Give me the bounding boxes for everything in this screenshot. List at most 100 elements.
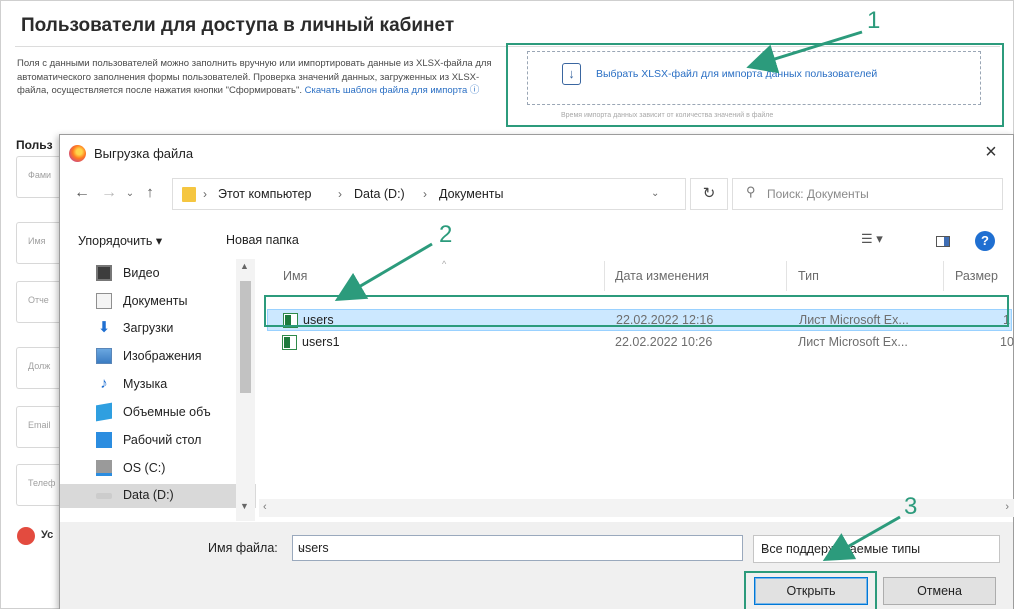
file-row-users[interactable]: users 22.02.2022 12:16 Лист Microsoft Ex… [267, 309, 1012, 331]
upload-file-icon[interactable]: ↓ [562, 63, 581, 85]
folder-icon [182, 187, 196, 202]
open-button[interactable]: Открыть [754, 577, 868, 605]
scroll-down-icon[interactable]: ▼ [240, 501, 249, 511]
breadcrumb-chevron-icon[interactable]: › [338, 187, 342, 201]
file-name: users1 [302, 335, 340, 349]
drive-d-icon [96, 493, 112, 499]
column-divider[interactable] [786, 261, 787, 291]
nav-item-label: Data (D:) [123, 488, 174, 502]
page-title: Пользователи для доступа в личный кабине… [21, 15, 455, 36]
video-icon [96, 265, 112, 281]
users-heading: Польз [16, 138, 53, 152]
file-type-select[interactable]: Все поддерживаемые типы ⌄ [753, 535, 1000, 563]
help-icon[interactable]: ? [975, 231, 995, 251]
desktop-icon [96, 432, 112, 448]
file-size: 10 [1000, 335, 1014, 349]
cancel-button-label: Отмена [917, 584, 962, 598]
music-icon: ♪ [100, 375, 108, 392]
column-divider[interactable] [604, 261, 605, 291]
file-name-input[interactable]: users ⌄ [292, 535, 743, 561]
column-header-name[interactable]: Имя [283, 269, 307, 283]
downloads-icon: ⬇ [97, 319, 111, 336]
close-button[interactable]: × [979, 141, 1003, 165]
file-list-horizontal-scrollbar[interactable]: ‹ › [259, 499, 1014, 517]
breadcrumb-this-pc[interactable]: Этот компьютер [218, 187, 311, 201]
search-placeholder: Поиск: Документы [767, 187, 869, 201]
scroll-right-icon[interactable]: › [1005, 501, 1009, 513]
nav-item-label: Загрузки [123, 321, 174, 335]
address-bar[interactable]: › Этот компьютер › Data (D:) › Документы… [172, 178, 686, 210]
recent-locations-chevron-icon[interactable]: ⌄ [121, 188, 139, 199]
page-description: Поля с данными пользователей можно запол… [17, 57, 492, 98]
forward-arrow-icon[interactable]: → [100, 184, 118, 202]
search-icon: ⚲ [746, 184, 756, 199]
breadcrumb-data-d[interactable]: Data (D:) [354, 187, 405, 201]
nav-item-label: Музыка [123, 377, 168, 391]
new-folder-button[interactable]: Новая папка [226, 233, 299, 247]
dialog-footer: Имя файла: users ⌄ Все поддерживаемые ти… [60, 522, 1013, 609]
nav-item-drive-c[interactable]: OS (C:) [96, 457, 256, 481]
file-row-users1[interactable]: users1 22.02.2022 10:26 Лист Microsoft E… [267, 332, 1014, 354]
dialog-titlebar[interactable]: Выгрузка файла × [60, 135, 1013, 173]
up-arrow-icon[interactable]: ↑ [141, 184, 159, 201]
nav-item-drive-d[interactable]: Data (D:) [60, 484, 256, 508]
last-name-field[interactable]: Фами [16, 156, 61, 198]
phone-field[interactable]: Телеф [16, 464, 61, 506]
import-xlsx-button[interactable]: Выбрать XLSX-файл для импорта данных пол… [596, 68, 877, 80]
middle-name-field[interactable]: Отче [16, 281, 61, 323]
file-list: ^ Имя Дата изменения Тип Размер users 22… [259, 259, 1014, 499]
preview-pane-icon[interactable] [936, 236, 950, 247]
address-row: ← → ⌄ ↑ › Этот компьютер › Data (D:) › Д… [60, 175, 1013, 213]
column-header-modified[interactable]: Дата изменения [615, 269, 709, 283]
nav-item-label: Документы [123, 294, 188, 308]
file-type: Лист Microsoft Ex... [798, 335, 908, 349]
scroll-left-icon[interactable]: ‹ [263, 501, 267, 513]
help-circle-icon[interactable]: ⓘ [470, 85, 480, 96]
remove-user-icon[interactable] [17, 527, 35, 545]
column-header-size[interactable]: Размер [955, 269, 998, 283]
nav-item-label: Объемные объ [123, 405, 211, 419]
back-arrow-icon[interactable]: ← [73, 184, 91, 202]
nav-item-3d-objects[interactable]: Объемные объ [96, 401, 256, 425]
file-type-chevron-icon: ⌄ [761, 543, 770, 554]
dialog-title: Выгрузка файла [94, 146, 194, 161]
column-divider[interactable] [943, 261, 944, 291]
navigation-scrollbar[interactable]: ▲ ▼ [236, 259, 255, 521]
scrollbar-thumb[interactable] [240, 281, 251, 393]
first-name-field[interactable]: Имя [16, 222, 61, 264]
email-field[interactable]: Email [16, 406, 61, 448]
view-options-icon[interactable]: ☰ ▾ [861, 231, 883, 247]
nav-item-music[interactable]: ♪ Музыка [96, 373, 256, 397]
nav-item-pictures[interactable]: Изображения [96, 345, 256, 369]
nav-item-downloads[interactable]: ⬇ Загрузки [96, 317, 256, 341]
search-input[interactable]: ⚲ Поиск: Документы [732, 178, 1003, 210]
template-download-link[interactable]: Скачать шаблон файла для импорта [305, 85, 468, 96]
firefox-icon [69, 145, 86, 162]
file-name-label: Имя файла: [208, 541, 278, 555]
open-button-label: Открыть [786, 584, 836, 598]
file-size: 1 [1003, 313, 1010, 327]
nav-item-label: Рабочий стол [123, 433, 202, 447]
scroll-up-icon[interactable]: ▲ [240, 261, 249, 271]
breadcrumb-documents[interactable]: Документы [439, 187, 503, 201]
breadcrumb-chevron-icon[interactable]: › [203, 187, 207, 201]
file-name: users [303, 313, 334, 327]
remove-user-label: Ус [41, 529, 54, 541]
organize-menu-button[interactable]: Упорядочить ▾ [78, 233, 162, 248]
file-name-dropdown-icon[interactable]: ⌄ [298, 542, 736, 553]
documents-icon [96, 293, 112, 309]
cancel-button[interactable]: Отмена [883, 577, 996, 605]
3d-objects-icon [96, 402, 112, 422]
nav-item-desktop[interactable]: Рабочий стол [96, 429, 256, 453]
nav-item-label: Видео [123, 266, 160, 280]
column-header-type[interactable]: Тип [798, 269, 819, 283]
position-field[interactable]: Долж [16, 347, 61, 389]
refresh-icon[interactable]: ↻ [690, 178, 728, 210]
breadcrumb-chevron-icon[interactable]: › [423, 187, 427, 201]
pictures-icon [96, 348, 112, 364]
file-modified: 22.02.2022 10:26 [615, 335, 713, 349]
drive-c-icon [96, 460, 112, 476]
address-dropdown-chevron-icon[interactable]: ⌄ [651, 188, 659, 199]
nav-item-video[interactable]: Видео [96, 262, 256, 286]
nav-item-documents[interactable]: Документы [96, 290, 256, 314]
